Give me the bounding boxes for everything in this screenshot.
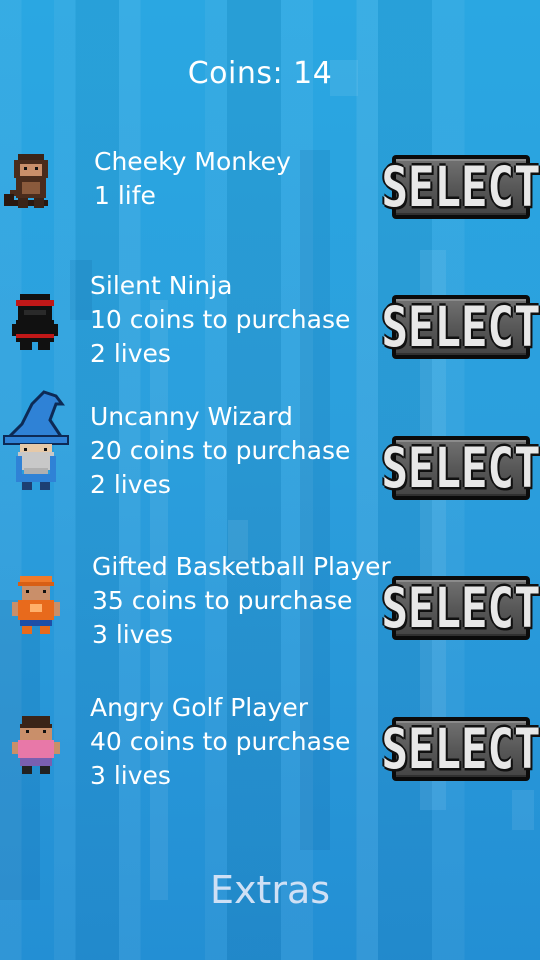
character-name: Cheeky Monkey xyxy=(94,147,291,176)
coins-counter: Coins: 14 xyxy=(187,56,333,91)
select-button-label: SELECT xyxy=(381,295,540,359)
select-button-label: SELECT xyxy=(381,436,540,500)
monkey-icon xyxy=(2,150,62,218)
character-lives: 2 lives xyxy=(90,339,171,368)
select-button-label: SELECT xyxy=(381,576,540,640)
character-price: 40 coins to purchase xyxy=(90,727,351,756)
character-lives: 3 lives xyxy=(92,620,173,649)
character-name: Angry Golf Player xyxy=(90,693,308,722)
extras-button[interactable]: Extras xyxy=(0,868,540,912)
character-lives: 2 lives xyxy=(90,470,171,499)
ninja-icon xyxy=(10,290,62,358)
select-button-silent-ninja[interactable]: SELECT xyxy=(382,295,540,359)
character-name: Gifted Basketball Player xyxy=(92,552,391,581)
character-lives: 3 lives xyxy=(90,761,171,790)
character-info: Silent Ninja 10 coins to purchase 2 live… xyxy=(90,269,350,371)
golf-player-icon xyxy=(10,712,62,780)
character-price: 20 coins to purchase xyxy=(90,436,351,465)
character-price: 10 coins to purchase xyxy=(90,305,351,334)
character-info: Gifted Basketball Player 35 coins to pur… xyxy=(92,550,391,652)
character-info: Angry Golf Player 40 coins to purchase 3… xyxy=(90,691,350,793)
basketball-player-icon xyxy=(10,572,62,640)
select-button-gifted-basketball-player[interactable]: SELECT xyxy=(382,576,540,640)
select-button-angry-golf-player[interactable]: SELECT xyxy=(382,717,540,781)
character-lives: 1 life xyxy=(94,181,156,210)
character-info: Cheeky Monkey 1 life xyxy=(94,145,291,213)
character-price: 35 coins to purchase xyxy=(92,586,353,615)
character-name: Silent Ninja xyxy=(90,271,233,300)
character-info: Uncanny Wizard 20 coins to purchase 2 li… xyxy=(90,400,350,502)
wizard-icon xyxy=(2,390,70,498)
select-button-cheeky-monkey[interactable]: SELECT xyxy=(382,155,540,219)
character-name: Uncanny Wizard xyxy=(90,402,293,431)
select-button-label: SELECT xyxy=(381,155,540,219)
select-button-label: SELECT xyxy=(381,717,540,781)
select-button-uncanny-wizard[interactable]: SELECT xyxy=(382,436,540,500)
